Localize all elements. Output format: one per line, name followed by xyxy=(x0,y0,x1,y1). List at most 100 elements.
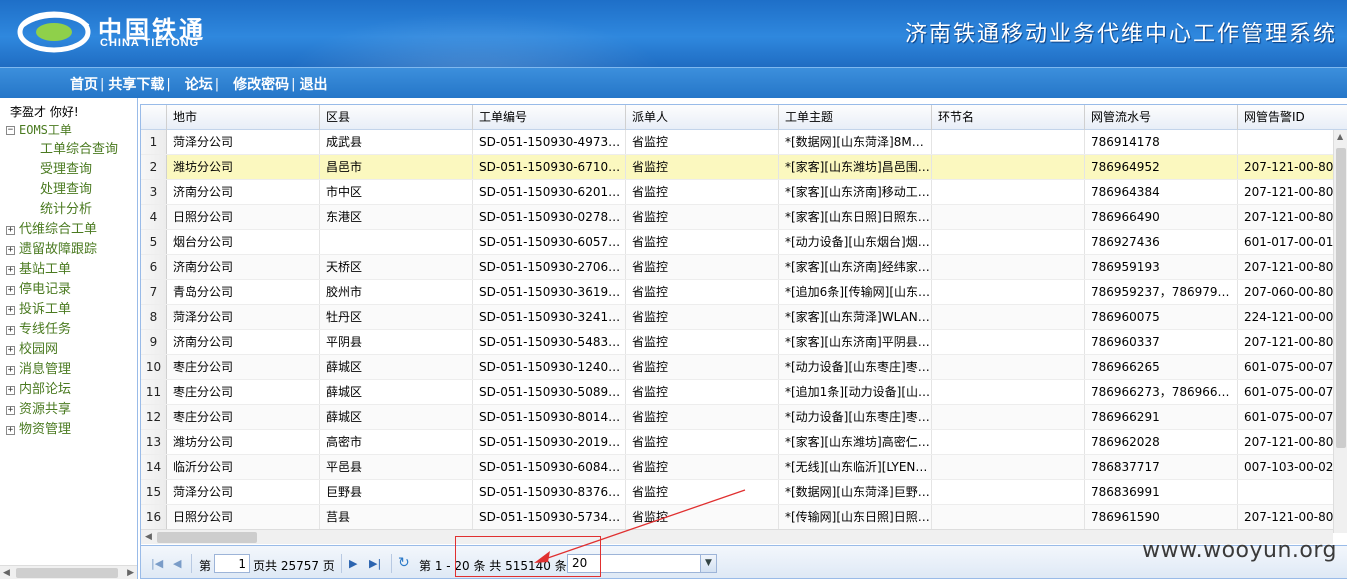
collapse-icon[interactable]: − xyxy=(6,125,15,135)
table-cell: *[无线][山东临沂][LYEN… xyxy=(779,455,932,479)
table-row[interactable]: 9 济南分公司 平阴县 SD-051-150930-54831-5 省监控 *[家客][山… xyxy=(141,330,1347,355)
expand-icon[interactable]: + xyxy=(6,345,15,355)
table-cell: SD-051-150930-12403-7 xyxy=(473,355,626,379)
column-header[interactable]: 地市 xyxy=(167,105,320,130)
scroll-left-arrow-icon[interactable]: ◀ xyxy=(145,532,152,542)
table-row[interactable]: 14 临沂分公司 平邑县 SD-051-150930-60845… 省监控 *[无线][山… xyxy=(141,455,1347,480)
column-header[interactable]: 区县 xyxy=(320,105,473,130)
page-number-input[interactable] xyxy=(214,554,250,573)
expand-icon[interactable]: + xyxy=(6,365,15,375)
expand-icon[interactable]: + xyxy=(6,265,15,275)
column-header[interactable]: 环节名 xyxy=(932,105,1085,130)
table-cell: *[家客][山东济南]经纬家… xyxy=(779,255,932,279)
tree-node-base-station[interactable]: + 基站工单 xyxy=(6,260,118,280)
column-header[interactable]: 网管流水号 xyxy=(1085,105,1238,130)
expand-icon[interactable]: + xyxy=(6,325,15,335)
table-cell: *[追加6条][传输网][山东… xyxy=(779,280,932,304)
first-page-icon[interactable]: |◀ xyxy=(151,557,163,570)
row-number: 12 xyxy=(141,405,167,429)
table-cell: *[家客][山东潍坊]昌邑围… xyxy=(779,155,932,179)
scroll-thumb[interactable] xyxy=(1336,148,1346,448)
tree-node-dedicated-line[interactable]: + 专线任务 xyxy=(6,320,118,340)
table-cell: SD-051-150930-62017… xyxy=(473,180,626,204)
nav-forum[interactable]: 论坛 xyxy=(185,74,213,94)
column-header[interactable]: 工单主题 xyxy=(779,105,932,130)
tree-child-order-query[interactable]: 工单综合查询 xyxy=(6,140,118,160)
table-row[interactable]: 12 枣庄分公司 薛城区 SD-051-150930-80146-9 省监控 *[动力设备… xyxy=(141,405,1347,430)
tree-node-complaints[interactable]: + 投诉工单 xyxy=(6,300,118,320)
row-number: 1 xyxy=(141,130,167,154)
tree-node-messages[interactable]: + 消息管理 xyxy=(6,360,118,380)
table-row[interactable]: 11 枣庄分公司 薛城区 SD-051-150930-50896-8 省监控 *[追加1条… xyxy=(141,380,1347,405)
expand-icon[interactable]: + xyxy=(6,425,15,435)
table-cell: 601-017-00-017 xyxy=(1238,230,1347,254)
tree-child-process-query[interactable]: 处理查询 xyxy=(6,180,118,200)
expand-icon[interactable]: + xyxy=(6,245,15,255)
column-header[interactable]: 网管告警ID xyxy=(1238,105,1347,130)
next-page-icon[interactable]: ▶ xyxy=(349,557,357,570)
table-cell: 省监控 xyxy=(626,455,779,479)
tree-node-resource-share[interactable]: + 资源共享 xyxy=(6,400,118,420)
table-row[interactable]: 1 菏泽分公司 成武县 SD-051-150930-49738… 省监控 *[数据网][山… xyxy=(141,130,1347,155)
scroll-left-arrow-icon[interactable]: ◀ xyxy=(3,568,10,578)
tree-node-maintenance-orders[interactable]: + 代维综合工单 xyxy=(6,220,118,240)
refresh-icon[interactable]: ↻ xyxy=(398,555,410,571)
table-cell: 601-075-00-075 xyxy=(1238,405,1347,429)
tree-node-campus-net[interactable]: + 校园网 xyxy=(6,340,118,360)
tree-node-eoms[interactable]: − EOMS工单 xyxy=(6,120,118,140)
tree-node-internal-forum[interactable]: + 内部论坛 xyxy=(6,380,118,400)
table-row[interactable]: 6 济南分公司 天桥区 SD-051-150930-27065-2 省监控 *[家客][山… xyxy=(141,255,1347,280)
row-number: 13 xyxy=(141,430,167,454)
table-cell: 207-121-00-801 xyxy=(1238,205,1347,229)
column-header[interactable]: 工单编号 xyxy=(473,105,626,130)
table-row[interactable]: 8 菏泽分公司 牡丹区 SD-051-150930-32418-4 省监控 *[家客][山… xyxy=(141,305,1347,330)
prev-page-icon[interactable]: ◀ xyxy=(173,557,181,570)
grid-vertical-scrollbar[interactable]: ▲ xyxy=(1333,130,1347,533)
table-row[interactable]: 5 烟台分公司 SD-051-150930-60573-1 省监控 *[动力设备][山东… xyxy=(141,230,1347,255)
table-cell: 市中区 xyxy=(320,180,473,204)
tree-child-accept-query[interactable]: 受理查询 xyxy=(6,160,118,180)
header-wave-decoration xyxy=(250,0,700,67)
scroll-right-arrow-icon[interactable]: ▶ xyxy=(127,568,134,578)
table-cell xyxy=(932,180,1085,204)
table-cell: *[家客][山东日照]日照东… xyxy=(779,205,932,229)
tree-node-label: 资源共享 xyxy=(19,402,72,417)
table-row[interactable]: 7 青岛分公司 胶州市 SD-051-150930-36198-3 省监控 *[追加6条]… xyxy=(141,280,1347,305)
expand-icon[interactable]: + xyxy=(6,385,15,395)
table-cell: 枣庄分公司 xyxy=(167,405,320,429)
logo-english-name: CHINA TIETONG xyxy=(100,37,200,49)
expand-icon[interactable]: + xyxy=(6,305,15,315)
tree-child-statistics[interactable]: 统计分析 xyxy=(6,200,118,220)
nav-change-password[interactable]: 修改密码 xyxy=(233,74,289,94)
top-nav: 首页 | 共享下载 | 论坛 | 修改密码 | 退出 xyxy=(70,74,328,94)
table-cell: 786966273，786966287 xyxy=(1085,380,1238,404)
scroll-thumb[interactable] xyxy=(157,532,257,543)
nav-shared-download[interactable]: 共享下载 xyxy=(108,74,164,94)
nav-logout[interactable]: 退出 xyxy=(300,74,328,94)
column-header[interactable] xyxy=(141,105,167,130)
table-cell: *[数据网][山东菏泽]8M楼… xyxy=(779,130,932,154)
column-header[interactable]: 派单人 xyxy=(626,105,779,130)
table-row[interactable]: 2 潍坊分公司 昌邑市 SD-051-150930-67103… 省监控 *[家客][山东… xyxy=(141,155,1347,180)
table-cell: 高密市 xyxy=(320,430,473,454)
tree-node-fault-tracking[interactable]: + 遗留故障跟踪 xyxy=(6,240,118,260)
table-row[interactable]: 10 枣庄分公司 薛城区 SD-051-150930-12403-7 省监控 *[动力设备… xyxy=(141,355,1347,380)
table-row[interactable]: 3 济南分公司 市中区 SD-051-150930-62017… 省监控 *[家客][山东… xyxy=(141,180,1347,205)
expand-icon[interactable]: + xyxy=(6,405,15,415)
tree-node-label: 代维综合工单 xyxy=(19,222,98,237)
scroll-thumb[interactable] xyxy=(16,568,118,578)
table-cell xyxy=(932,455,1085,479)
last-page-icon[interactable]: ▶| xyxy=(369,557,381,570)
row-number: 6 xyxy=(141,255,167,279)
scroll-up-arrow-icon[interactable]: ▲ xyxy=(1337,132,1343,141)
nav-home[interactable]: 首页 xyxy=(70,74,98,94)
tree-node-power-outage[interactable]: + 停电记录 xyxy=(6,280,118,300)
table-row[interactable]: 4 日照分公司 东港区 SD-051-150930-02785… 省监控 *[家客][山东… xyxy=(141,205,1347,230)
row-number: 9 xyxy=(141,330,167,354)
expand-icon[interactable]: + xyxy=(6,225,15,235)
expand-icon[interactable]: + xyxy=(6,285,15,295)
tree-node-materials[interactable]: + 物资管理 xyxy=(6,420,118,440)
left-horizontal-scrollbar[interactable]: ◀ ▶ xyxy=(0,565,137,579)
table-row[interactable]: 13 潍坊分公司 高密市 SD-051-150930-20194… 省监控 *[家客][山… xyxy=(141,430,1347,455)
row-number: 14 xyxy=(141,455,167,479)
